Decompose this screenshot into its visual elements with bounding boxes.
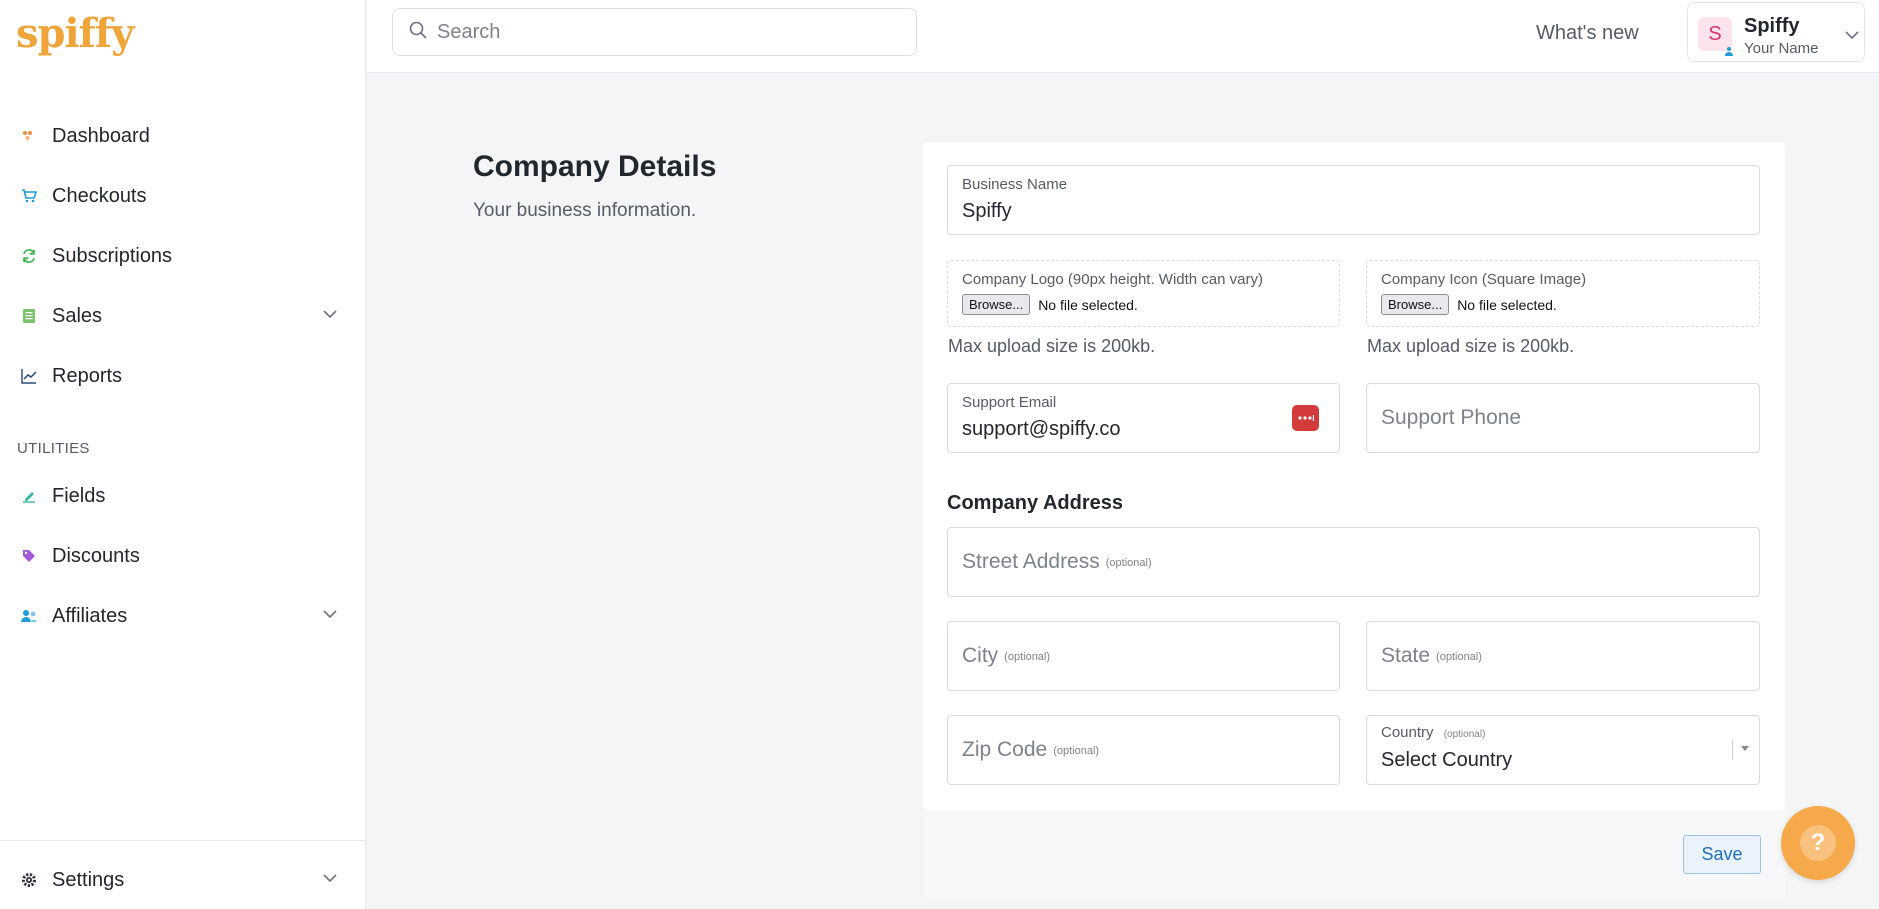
business-name-field[interactable]: Business Name Spiffy (947, 165, 1760, 235)
company-logo-upload: Company Logo (90px height. Width can var… (947, 260, 1340, 327)
street-address-field[interactable]: Street Address (optional) (947, 527, 1760, 597)
field-placeholder: City (962, 644, 999, 667)
support-phone-field[interactable]: Support Phone (1366, 383, 1760, 453)
select-separator (1732, 740, 1733, 760)
sidebar-item-discounts[interactable]: Discounts (0, 534, 366, 578)
field-placeholder: Support Phone (1381, 406, 1522, 429)
sidebar-item-label: Fields (52, 484, 106, 507)
chevron-down-icon[interactable] (322, 870, 338, 891)
sidebar-item-label: Affiliates (52, 604, 128, 627)
optional-tag: (optional) (1105, 557, 1152, 569)
country-selected-value: Select Country (1381, 749, 1513, 771)
country-select[interactable]: Country (optional) Select Country (1366, 715, 1760, 785)
sidebar-item-label: Reports (52, 364, 123, 387)
field-value: support@spiffy.co (962, 418, 1121, 440)
receipt-icon (18, 305, 40, 327)
field-label: Support Email (962, 394, 1057, 411)
sidebar-item-label: Subscriptions (52, 244, 173, 267)
dashboard-icon (18, 125, 40, 147)
sidebar-item-sales[interactable]: Sales (0, 294, 366, 338)
field-label: Business Name (962, 176, 1068, 193)
field-label: Country (1381, 724, 1434, 741)
search-bar[interactable] (392, 8, 917, 56)
optional-tag: (optional) (1436, 651, 1482, 663)
sidebar-item-label: Checkouts (52, 184, 147, 207)
chevron-down-icon[interactable] (322, 606, 338, 627)
question-mark-icon: ? (1800, 825, 1836, 861)
page-subtitle: Your business information. (473, 200, 697, 221)
city-field[interactable]: City (optional) (947, 621, 1340, 691)
field-value: Spiffy (962, 200, 1012, 222)
sidebar-divider (0, 840, 366, 841)
sidebar-item-checkouts[interactable]: Checkouts (0, 174, 366, 218)
field-label: Company Icon (Square Image) (1381, 271, 1587, 288)
optional-tag: (optional) (1053, 745, 1100, 757)
icon-upload-hint: Max upload size is 200kb. (1367, 336, 1575, 356)
company-icon-upload: Company Icon (Square Image) Browse... No… (1366, 260, 1760, 327)
field-placeholder: Zip Code (962, 738, 1048, 761)
sidebar-item-label: Dashboard (52, 124, 150, 147)
account-name: Spiffy (1744, 15, 1800, 37)
sidebar-item-label: Sales (52, 304, 103, 327)
sidebar-item-reports[interactable]: Reports (0, 354, 366, 398)
company-address-heading: Company Address (947, 492, 1123, 514)
sidebar-item-subscriptions[interactable]: Subscriptions (0, 234, 366, 278)
sidebar-item-settings[interactable]: Settings (0, 858, 366, 902)
refresh-icon (18, 245, 40, 267)
file-status: No file selected. (1457, 296, 1557, 313)
sidebar-item-dashboard[interactable]: Dashboard (0, 114, 366, 158)
gear-icon (18, 869, 40, 891)
sidebar-item-label: Discounts (52, 544, 140, 567)
chevron-down-icon (1844, 27, 1860, 48)
help-button[interactable]: ? (1781, 806, 1855, 880)
top-header: What's new S Spiffy Your Name (367, 0, 1879, 73)
optional-tag: (optional) (1004, 651, 1051, 663)
page-title: Company Details (473, 150, 717, 183)
utilities-section-label: UTILITIES (17, 440, 90, 457)
line-chart-icon (18, 365, 40, 387)
browse-button[interactable]: Browse... (1381, 294, 1450, 315)
user-icon (1724, 43, 1734, 56)
sidebar: spiffy Dashboard Checkouts Subscriptions… (0, 0, 366, 909)
spiffy-logo[interactable]: spiffy (16, 10, 134, 57)
field-placeholder: State (1381, 644, 1431, 667)
field-label: Company Logo (90px height. Width can var… (962, 271, 1263, 288)
sidebar-item-affiliates[interactable]: Affiliates (0, 594, 366, 638)
cart-icon (18, 185, 40, 207)
company-details-card (923, 142, 1785, 810)
support-email-field[interactable]: Support Email support@spiffy.co (947, 383, 1340, 453)
field-placeholder: Street Address (962, 550, 1100, 573)
save-button[interactable]: Save (1683, 835, 1761, 874)
browse-button[interactable]: Browse... (962, 294, 1031, 315)
users-icon (18, 605, 40, 627)
tag-icon (18, 545, 40, 567)
search-input[interactable] (437, 20, 897, 44)
whats-new-link[interactable]: What's new (1536, 22, 1639, 45)
sidebar-item-label: Settings (52, 868, 125, 891)
logo-upload-hint: Max upload size is 200kb. (948, 336, 1156, 356)
dropdown-arrow-icon[interactable] (1741, 746, 1749, 751)
edit-icon (18, 485, 40, 507)
file-status: No file selected. (1038, 296, 1138, 313)
account-username: Your Name (1744, 40, 1819, 57)
optional-tag: (optional) (1443, 729, 1486, 740)
card-footer (923, 810, 1785, 899)
sidebar-item-fields[interactable]: Fields (0, 474, 366, 518)
search-icon (409, 21, 427, 44)
chevron-down-icon[interactable] (322, 306, 338, 327)
zip-code-field[interactable]: Zip Code (optional) (947, 715, 1340, 785)
password-manager-icon[interactable] (1292, 405, 1319, 431)
state-field[interactable]: State (optional) (1366, 621, 1760, 691)
account-menu[interactable]: S Spiffy Your Name (1687, 2, 1865, 62)
